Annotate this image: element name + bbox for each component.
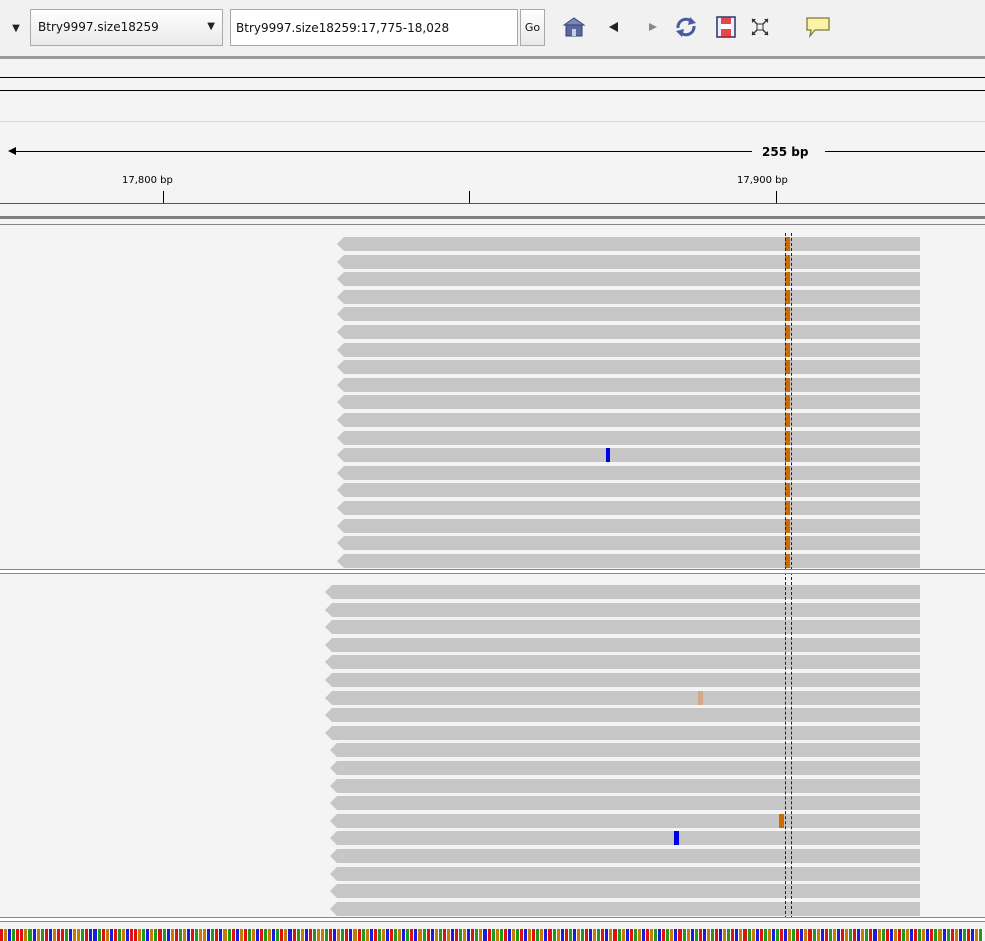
locus-search-input[interactable] [230,9,518,46]
mismatch-marker[interactable] [606,448,610,463]
read[interactable] [337,448,920,463]
read[interactable] [325,637,920,652]
read[interactable] [330,778,920,793]
toolbar: ▼ Btry9997.size18259 ▼ Go [0,0,985,58]
read[interactable] [337,342,920,357]
chromosome-dropdown-value: Btry9997.size18259 [38,20,159,34]
read[interactable] [337,465,920,480]
read[interactable] [337,553,920,568]
read[interactable] [330,884,920,899]
popup-text-icon[interactable] [805,14,831,40]
read[interactable] [337,360,920,375]
ruler-tick-label: 17,900 bp [737,175,788,186]
read[interactable] [325,725,920,740]
read[interactable] [325,602,920,617]
read[interactable] [330,901,920,916]
read[interactable] [337,325,920,339]
center-line [785,233,786,919]
resize-icon[interactable] [747,14,773,40]
read[interactable] [325,620,920,635]
scale-line [825,151,985,152]
refresh-icon[interactable] [673,14,699,40]
back-icon[interactable] [600,14,626,40]
read[interactable] [330,761,920,775]
chevron-down-icon: ▼ [207,21,215,32]
read[interactable] [325,655,920,670]
read[interactable] [330,849,920,863]
forward-icon[interactable] [640,14,666,40]
read[interactable] [330,831,920,846]
toolbar-separator [0,56,985,59]
read[interactable] [337,289,920,304]
go-button[interactable]: Go [520,9,545,46]
panel-divider [0,569,985,574]
read[interactable] [337,413,920,427]
read[interactable] [330,813,920,828]
panel-divider [0,224,985,225]
ruler-tick-label: 17,800 bp [122,175,173,186]
read[interactable] [337,430,920,445]
mismatch-marker[interactable] [698,690,703,705]
track-divider [0,90,985,91]
read[interactable] [325,585,920,599]
center-line [791,233,792,919]
read[interactable] [337,237,920,251]
read[interactable] [337,483,920,498]
read[interactable] [337,254,920,269]
read[interactable] [325,708,920,723]
read[interactable] [337,395,920,410]
read[interactable] [330,743,920,758]
ruler-baseline [0,203,985,204]
mismatch-marker[interactable] [674,831,679,846]
read[interactable] [337,536,920,551]
mismatch-marker[interactable] [779,813,784,828]
read[interactable] [337,377,920,392]
read[interactable] [337,307,920,322]
read[interactable] [330,866,920,881]
span-label: 255 bp [762,145,809,159]
chromosome-dropdown[interactable]: Btry9997.size18259 ▼ [30,9,223,46]
panel-divider [0,216,985,219]
read[interactable] [325,690,920,705]
reference-sequence-track [0,929,985,941]
read[interactable] [337,518,920,533]
panel-divider [0,917,985,922]
home-icon[interactable] [561,14,587,40]
read[interactable] [330,796,920,811]
sequence-base [979,929,984,941]
track-divider [0,121,985,122]
read[interactable] [337,272,920,287]
scale-line [12,151,752,152]
track-divider [0,77,985,78]
genome-dropdown-arrow-icon[interactable]: ▼ [8,18,24,40]
region-of-interest-icon[interactable] [713,14,739,40]
read[interactable] [337,501,920,515]
read[interactable] [325,673,920,687]
